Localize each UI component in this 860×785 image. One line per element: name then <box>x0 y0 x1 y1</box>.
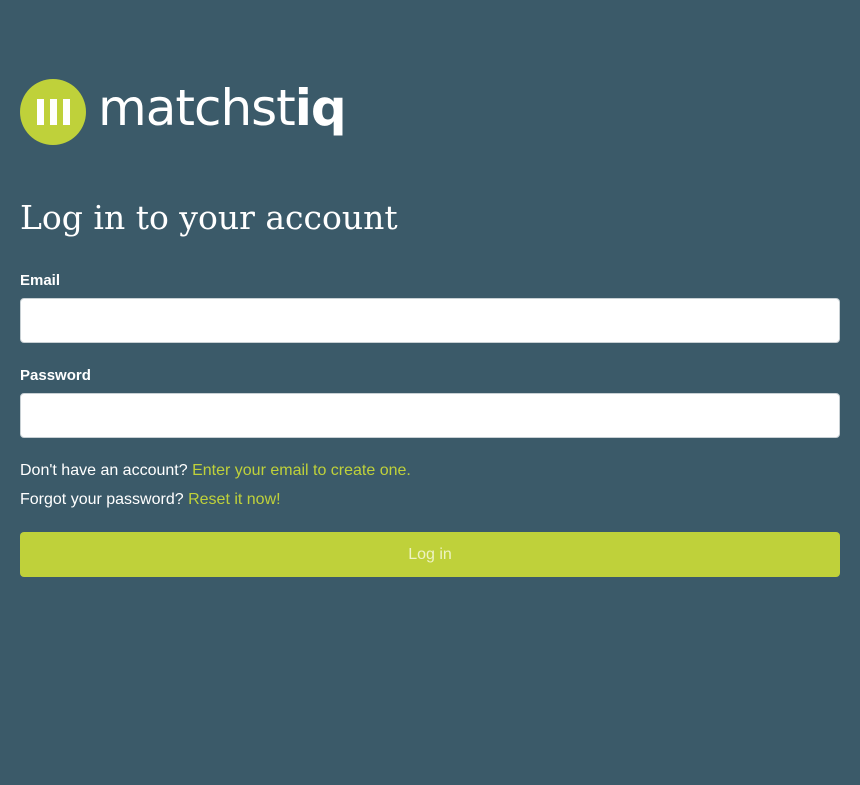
logo-bar <box>37 99 44 125</box>
password-field[interactable] <box>20 393 840 438</box>
page-title: Log in to your account <box>20 198 398 237</box>
email-field[interactable] <box>20 298 840 343</box>
brand-wordmark-light: matchst <box>98 79 296 137</box>
logo-bar <box>50 99 57 125</box>
signup-prompt-text: Don't have an account? <box>20 462 188 479</box>
brand-wordmark-bold: iq <box>294 79 347 137</box>
signup-prompt-line: Don't have an account? Enter your email … <box>20 462 411 480</box>
logo-bars-icon <box>20 79 86 145</box>
forgot-password-line: Forgot your password? Reset it now! <box>20 491 281 509</box>
password-label: Password <box>20 367 91 384</box>
email-label: Email <box>20 272 61 289</box>
reset-password-link[interactable]: Reset it now! <box>188 491 280 508</box>
forgot-password-text: Forgot your password? <box>20 491 184 508</box>
brand-wordmark: matchstiq <box>98 83 347 133</box>
create-account-link[interactable]: Enter your email to create one. <box>192 462 411 479</box>
brand-logo: matchstiq <box>20 78 347 146</box>
logo-bar <box>63 99 70 125</box>
login-button[interactable]: Log in <box>20 532 840 577</box>
